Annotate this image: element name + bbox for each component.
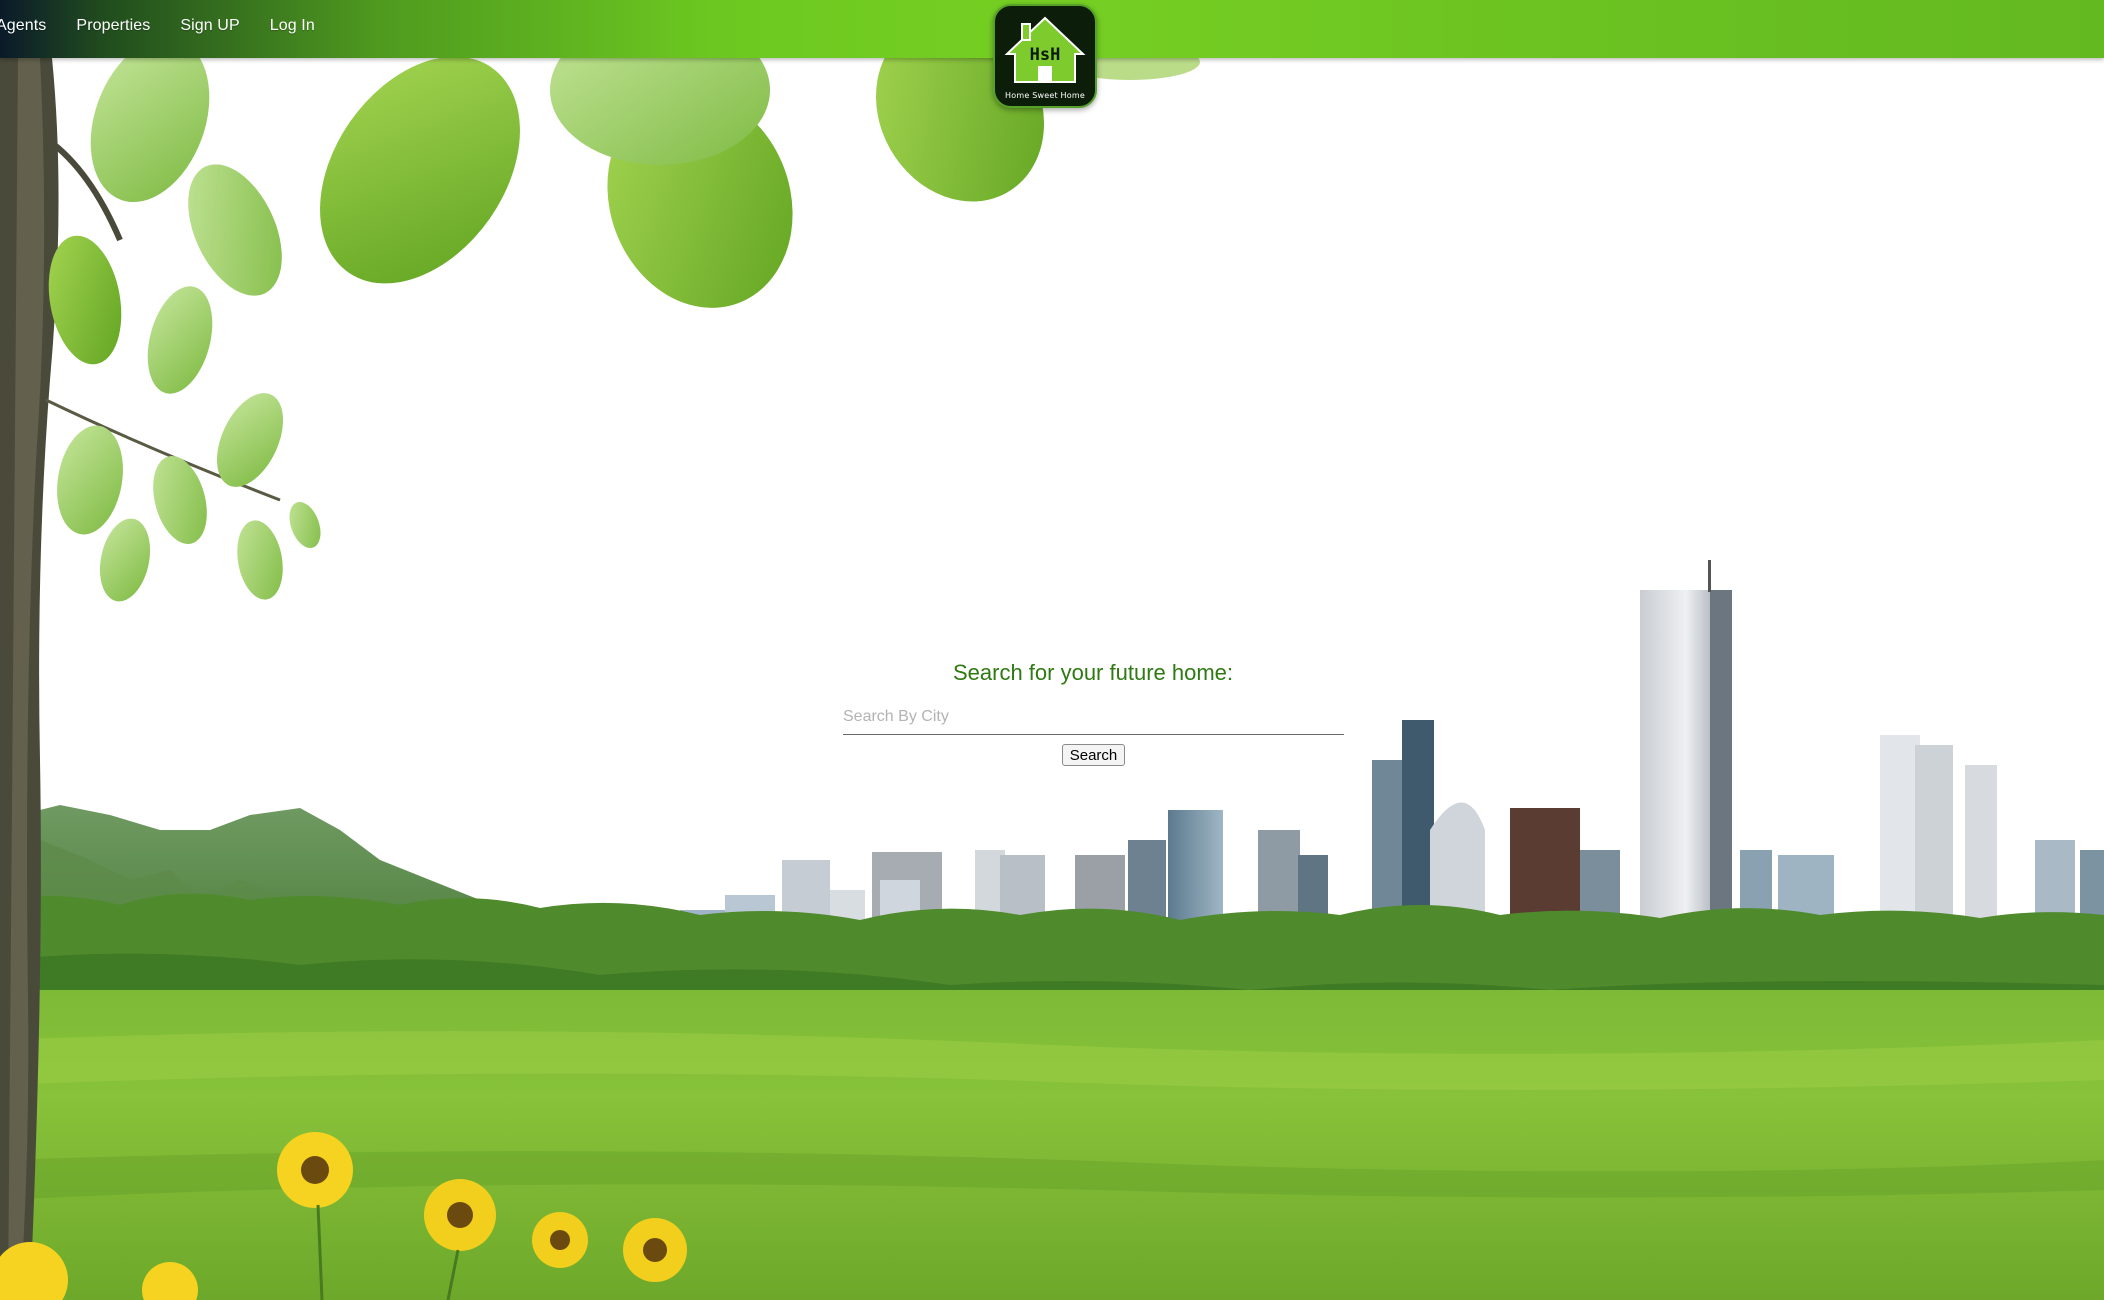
logo-subtitle: Home Sweet Home	[1005, 91, 1085, 100]
nav-link-log-in[interactable]: Log In	[270, 17, 315, 35]
city-skyline	[680, 560, 2104, 950]
search-button[interactable]: Search	[1062, 744, 1125, 766]
search-city-input[interactable]	[843, 700, 1344, 735]
nav-link-properties[interactable]: Properties	[76, 17, 150, 35]
site-logo[interactable]: HsH Home Sweet Home	[993, 4, 1097, 108]
nav-link-agents[interactable]: Agents	[0, 17, 46, 35]
nav-links: Agents Properties Sign UP Log In	[0, 0, 315, 52]
search-title: Search for your future home:	[952, 660, 1234, 685]
logo-text: HsH	[1029, 45, 1061, 65]
nav-link-sign-up[interactable]: Sign UP	[180, 17, 239, 35]
background-scene	[0, 15, 2104, 1300]
